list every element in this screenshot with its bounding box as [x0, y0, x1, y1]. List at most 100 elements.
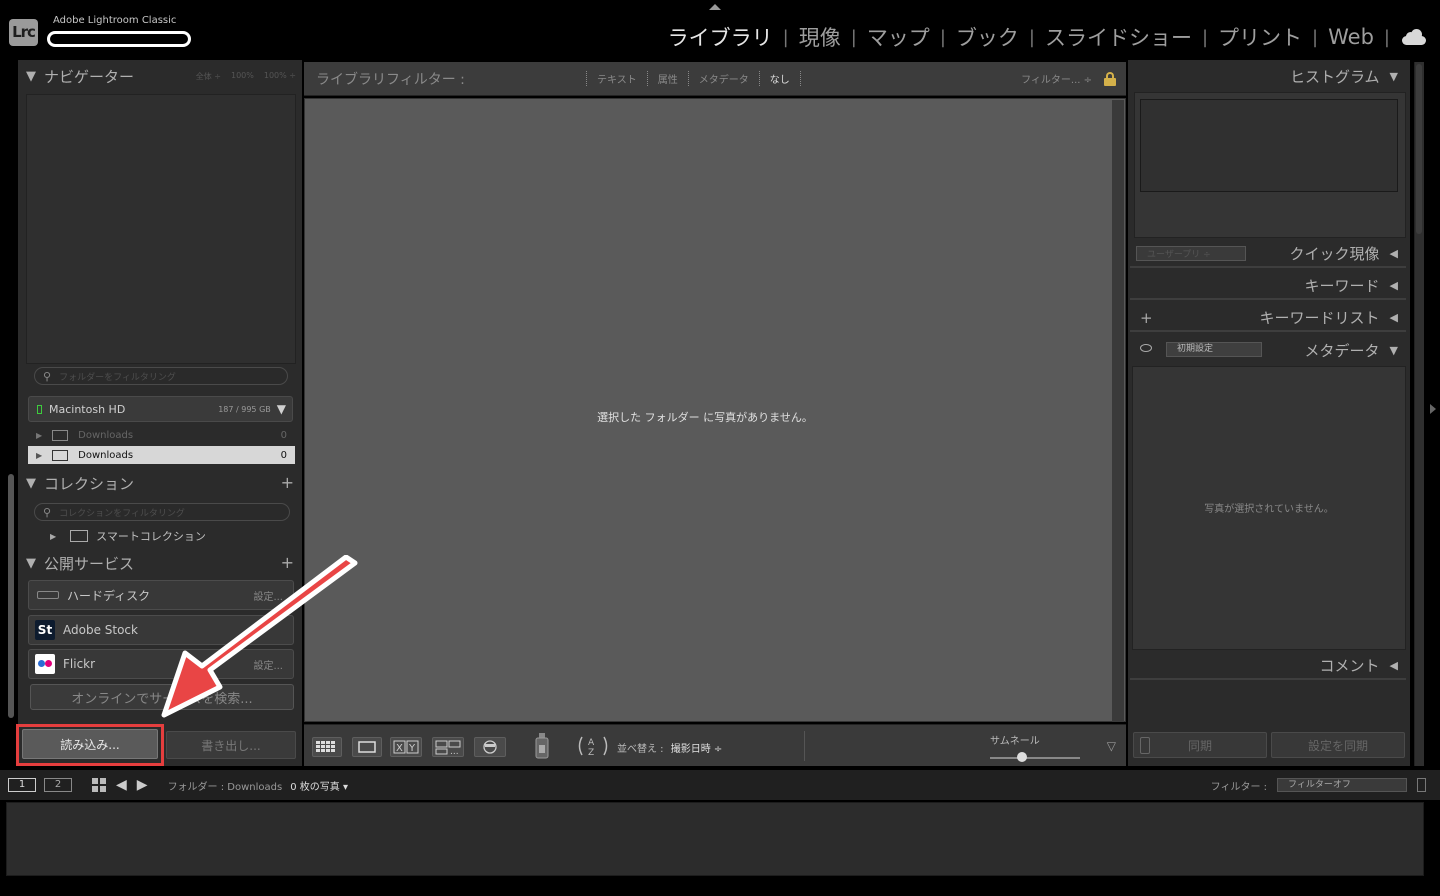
photo-count[interactable]: 0 枚の写真 ▾: [290, 778, 348, 793]
comments-header[interactable]: コメント ◀: [1130, 652, 1406, 680]
empty-folder-message: 選択した フォルダー に写真がありません。: [597, 411, 813, 424]
navigator-zoom-options: 全体 ÷ 100% 100% ÷: [196, 71, 296, 82]
module-map[interactable]: マップ: [867, 22, 930, 52]
thumbnail-size-slider[interactable]: [990, 757, 1080, 759]
zoom-fill[interactable]: 100%: [231, 71, 254, 82]
metadata-title: メタデータ: [1304, 341, 1380, 360]
volume-row[interactable]: Macintosh HD 187 / 995 GB ▼: [28, 396, 293, 422]
filter-tab-metadata[interactable]: メタデータ: [687, 71, 759, 86]
histogram-header[interactable]: ヒストグラム ▼: [1130, 62, 1406, 90]
collapse-top-panel-icon[interactable]: [709, 4, 721, 10]
folder-name: Downloads: [78, 429, 134, 441]
flickr-icon: [35, 654, 55, 674]
right-panel-scroll-thumb[interactable]: [1416, 64, 1422, 234]
quick-develop-header[interactable]: ユーザープリ ÷ クイック現像 ◀: [1130, 240, 1406, 268]
navigator-header[interactable]: ▼ ナビゲーター 全体 ÷ 100% 100% ÷: [18, 62, 302, 90]
quick-develop-title: クイック現像: [1289, 244, 1380, 263]
library-toolbar: XY ... AZ 並べ替え : 撮影日時 ÷ サムネール ▽: [304, 724, 1126, 766]
filmstrip-filter-select[interactable]: フィルターオフ: [1277, 778, 1407, 792]
expand-right-panel-icon[interactable]: [1430, 404, 1436, 414]
module-develop[interactable]: 現像: [799, 22, 841, 52]
quick-develop-preset-select[interactable]: ユーザープリ ÷: [1136, 246, 1246, 261]
left-panel-scrollbar[interactable]: [8, 474, 14, 718]
lrc-logo: Lrc: [9, 19, 38, 46]
eye-icon[interactable]: [1140, 344, 1152, 352]
filter-tab-attribute[interactable]: 属性: [646, 71, 688, 86]
svg-text:X: X: [396, 743, 403, 754]
sync-settings-button[interactable]: 設定を同期: [1271, 732, 1405, 758]
volume-collapse-icon[interactable]: ▼: [277, 402, 286, 416]
module-slideshow[interactable]: スライドショー: [1045, 22, 1192, 52]
add-keyword-icon[interactable]: +: [1140, 309, 1153, 327]
smart-collection-icon: [70, 530, 89, 542]
adobe-stock-icon: St: [35, 620, 55, 640]
add-collection-icon[interactable]: +: [281, 473, 294, 492]
filter-switch-icon[interactable]: [1417, 778, 1426, 792]
module-print[interactable]: プリント: [1218, 22, 1302, 52]
hard-drive-icon: [37, 591, 59, 599]
module-web[interactable]: Web: [1328, 25, 1374, 49]
sort-control[interactable]: 並べ替え : 撮影日時 ÷: [617, 740, 722, 755]
secondary-screen-button[interactable]: 2: [44, 778, 72, 792]
svg-text:A: A: [588, 738, 595, 748]
expand-triangle-icon[interactable]: ▶: [36, 431, 42, 440]
navigator-preview[interactable]: [26, 94, 296, 364]
people-view-icon[interactable]: [474, 737, 506, 757]
sync-button[interactable]: 同期: [1133, 732, 1267, 758]
library-filter-title: ライブラリフィルター :: [316, 71, 465, 88]
collection-search-input[interactable]: ⚲ コレクションをフィルタリング: [34, 503, 290, 521]
keywording-header[interactable]: キーワード ◀: [1130, 272, 1406, 300]
keyword-list-header[interactable]: + キーワードリスト ◀: [1130, 304, 1406, 332]
publish-service-name: ハードディスク: [67, 588, 151, 603]
painter-spray-icon[interactable]: [534, 731, 550, 761]
primary-screen-button[interactable]: 1: [8, 778, 36, 792]
expand-triangle-icon[interactable]: ▶: [50, 532, 56, 541]
folder-row-selected[interactable]: ▶ Downloads 0: [28, 446, 295, 464]
survey-view-icon[interactable]: ...: [432, 737, 464, 757]
module-separator: |: [850, 26, 857, 48]
search-icon: ⚲: [43, 369, 52, 383]
smart-collections-row[interactable]: ▶ スマートコレクション: [50, 528, 290, 544]
zoom-fit[interactable]: 全体 ÷: [196, 71, 221, 82]
module-library[interactable]: ライブラリ: [668, 22, 773, 52]
cloud-icon[interactable]: [1402, 29, 1426, 45]
filmstrip[interactable]: [6, 802, 1424, 876]
pointer-arrow-annotation: [161, 555, 358, 718]
toolbar-divider: [804, 731, 805, 761]
folder-icon: [52, 449, 69, 461]
metadata-header[interactable]: 初期設定 メタデータ ▼: [1130, 336, 1406, 364]
filter-tab-text[interactable]: テキスト: [586, 71, 647, 86]
collection-search-placeholder: コレクションをフィルタリング: [59, 508, 185, 519]
folder-row[interactable]: ▶ Downloads 0: [28, 426, 295, 444]
folder-search-input[interactable]: ⚲ フォルダーをフィルタリング: [34, 367, 288, 385]
module-picker: ライブラリ | 現像 | マップ | ブック | スライドショー | プリント …: [668, 22, 1426, 52]
module-separator: |: [1383, 26, 1390, 48]
expand-triangle-icon[interactable]: ▶: [36, 451, 42, 460]
lock-icon[interactable]: [1104, 71, 1116, 86]
export-button[interactable]: 書き出し...: [166, 731, 296, 759]
thumbnail-slider-knob[interactable]: [1016, 752, 1027, 762]
filter-tab-none[interactable]: なし: [758, 71, 801, 86]
metadata-preset-select[interactable]: 初期設定: [1166, 342, 1262, 357]
grid-scrollbar[interactable]: [1112, 100, 1124, 722]
module-book[interactable]: ブック: [956, 22, 1019, 52]
folder-count: 0: [280, 429, 287, 441]
grid-view-icon[interactable]: [312, 737, 342, 757]
sort-direction-icon[interactable]: AZ: [576, 733, 610, 759]
collapse-triangle-icon: ▼: [26, 555, 36, 571]
collapse-triangle-icon: ▼: [1389, 343, 1398, 357]
back-arrow-icon[interactable]: ◀: [116, 777, 127, 793]
grid-view-small-icon[interactable]: [92, 778, 106, 792]
app-name: Adobe Lightroom Classic: [53, 15, 177, 26]
keyword-list-title: キーワードリスト: [1259, 308, 1380, 327]
zoom-custom[interactable]: 100% ÷: [264, 71, 296, 82]
compare-view-icon[interactable]: XY: [390, 737, 422, 757]
loupe-view-icon[interactable]: [352, 737, 382, 757]
auto-sync-switch-icon[interactable]: [1140, 737, 1150, 754]
toolbar-content-menu-icon[interactable]: ▽: [1107, 739, 1116, 753]
sort-value[interactable]: 撮影日時 ÷: [671, 744, 723, 755]
forward-arrow-icon[interactable]: ▶: [137, 777, 148, 793]
collections-header[interactable]: ▼ コレクション +: [18, 469, 302, 497]
filmstrip-source-label[interactable]: フォルダー : Downloads: [168, 778, 283, 793]
filter-preset-select[interactable]: フィルター... ÷: [1021, 71, 1092, 86]
